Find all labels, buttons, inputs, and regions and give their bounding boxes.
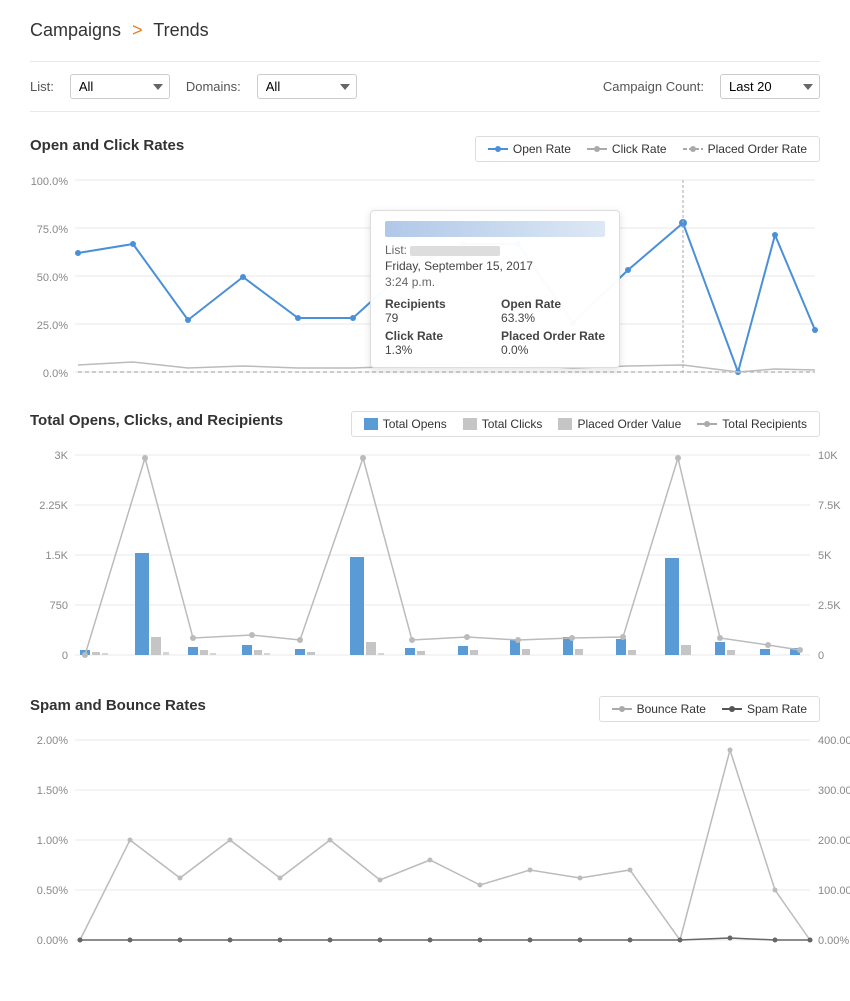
- svg-text:0.00%: 0.00%: [818, 935, 849, 947]
- legend-placed-order-rate: Placed Order Rate: [683, 142, 807, 156]
- tooltip-date: Friday, September 15, 2017: [385, 259, 605, 273]
- chart2-container: 3K 2.25K 1.5K 750 0 10K 7.5K 5K 2.5K 0: [30, 445, 820, 668]
- chart2-svg: 3K 2.25K 1.5K 750 0 10K 7.5K 5K 2.5K 0: [30, 445, 820, 665]
- svg-text:5K: 5K: [818, 550, 832, 562]
- svg-text:25.0%: 25.0%: [37, 320, 68, 332]
- svg-text:0.00%: 0.00%: [37, 935, 68, 947]
- chart3-legend: Bounce Rate Spam Rate: [599, 696, 820, 722]
- svg-text:50.0%: 50.0%: [37, 272, 68, 284]
- total-opens-clicks-section: Total Opens, Clicks, and Recipients Tota…: [30, 411, 820, 668]
- open-click-rates-section: Open and Click Rates Open Rate Click Rat…: [30, 136, 820, 383]
- tooltip-open-rate-label: Open Rate: [501, 297, 605, 311]
- svg-text:100.0%: 100.0%: [31, 176, 69, 188]
- svg-text:300.00%: 300.00%: [818, 785, 850, 797]
- breadcrumb: Campaigns > Trends: [30, 20, 820, 41]
- svg-text:0: 0: [818, 650, 824, 662]
- chart1-title: Open and Click Rates: [30, 137, 184, 154]
- legend-placed-order-value: Placed Order Value: [558, 417, 681, 431]
- breadcrumb-parent[interactable]: Campaigns: [30, 20, 121, 40]
- filters-bar: List: All Domains: All Campaign Count: L…: [30, 61, 820, 112]
- domains-filter-select[interactable]: All: [257, 74, 357, 99]
- spam-bounce-section: Spam and Bounce Rates Bounce Rate Spam R…: [30, 696, 820, 953]
- svg-text:1.5K: 1.5K: [45, 550, 68, 562]
- legend-open-rate: Open Rate: [488, 142, 571, 156]
- chart3-svg: 2.00% 1.50% 1.00% 0.50% 0.00% 400.00% 30…: [30, 730, 820, 950]
- tooltip-placed-order-value: 0.0%: [501, 343, 605, 357]
- breadcrumb-separator: >: [132, 20, 143, 40]
- tooltip-recipients-value: 79: [385, 311, 489, 325]
- legend-spam-rate: Spam Rate: [722, 702, 807, 716]
- svg-text:2.25K: 2.25K: [39, 500, 68, 512]
- svg-text:7.5K: 7.5K: [818, 500, 841, 512]
- svg-text:200.00%: 200.00%: [818, 835, 850, 847]
- svg-text:2.00%: 2.00%: [37, 735, 68, 747]
- svg-text:2.5K: 2.5K: [818, 600, 841, 612]
- tooltip-click-rate-value: 1.3%: [385, 343, 489, 357]
- legend-click-rate: Click Rate: [587, 142, 667, 156]
- chart1-legend: Open Rate Click Rate Placed Order Rate: [475, 136, 820, 162]
- svg-text:1.00%: 1.00%: [37, 835, 68, 847]
- svg-text:0.50%: 0.50%: [37, 885, 68, 897]
- svg-text:10K: 10K: [818, 450, 838, 462]
- breadcrumb-current: Trends: [153, 20, 208, 40]
- svg-text:0.0%: 0.0%: [43, 368, 68, 380]
- chart3-container: 2.00% 1.50% 1.00% 0.50% 0.00% 400.00% 30…: [30, 730, 820, 953]
- svg-text:750: 750: [50, 600, 68, 612]
- legend-total-clicks: Total Clicks: [463, 417, 543, 431]
- tooltip-list-label: List:: [385, 243, 605, 257]
- domains-filter-label: Domains:: [186, 79, 241, 94]
- legend-total-recipients: Total Recipients: [697, 417, 807, 431]
- tooltip-click-rate-label: Click Rate: [385, 329, 489, 343]
- tooltip-recipients-label: Recipients: [385, 297, 489, 311]
- svg-text:75.0%: 75.0%: [37, 224, 68, 236]
- svg-text:100.00%: 100.00%: [818, 885, 850, 897]
- svg-text:3K: 3K: [55, 450, 69, 462]
- chart3-title: Spam and Bounce Rates: [30, 697, 206, 714]
- tooltip-open-rate-value: 63.3%: [501, 311, 605, 325]
- svg-text:0: 0: [62, 650, 68, 662]
- list-filter-select[interactable]: All: [70, 74, 170, 99]
- svg-text:400.00%: 400.00%: [818, 735, 850, 747]
- chart2-title: Total Opens, Clicks, and Recipients: [30, 412, 283, 429]
- svg-text:1.50%: 1.50%: [37, 785, 68, 797]
- campaign-count-label: Campaign Count:: [603, 79, 704, 94]
- chart1-tooltip: List: Friday, September 15, 2017 3:24 p.…: [370, 210, 620, 368]
- campaign-count-select[interactable]: Last 20: [720, 74, 820, 99]
- legend-total-opens: Total Opens: [364, 417, 447, 431]
- chart2-legend: Total Opens Total Clicks Placed Order Va…: [351, 411, 820, 437]
- tooltip-placed-order-label: Placed Order Rate: [501, 329, 605, 343]
- legend-bounce-rate: Bounce Rate: [612, 702, 706, 716]
- tooltip-time: 3:24 p.m.: [385, 275, 605, 289]
- list-filter-label: List:: [30, 79, 54, 94]
